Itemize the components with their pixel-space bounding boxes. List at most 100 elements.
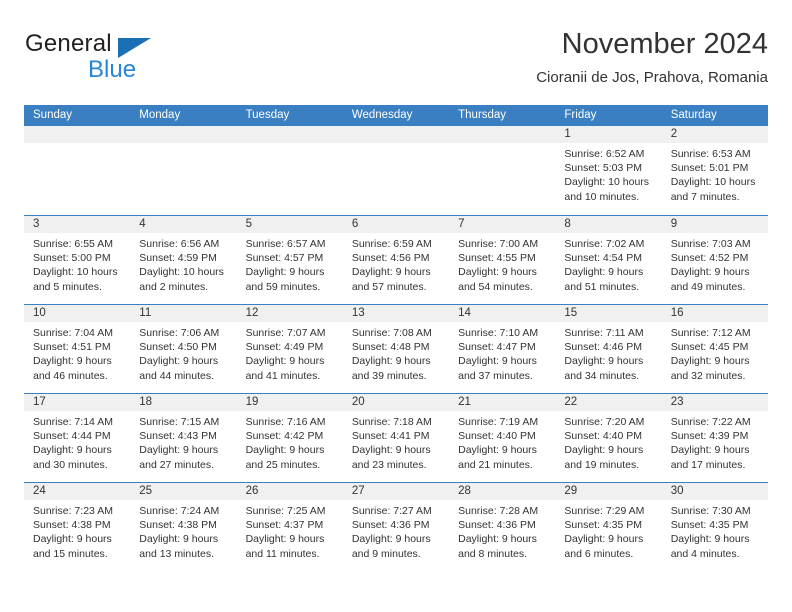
calendar-day-cell[interactable]: 11 Sunrise: 7:06 AM Sunset: 4:50 PM Dayligh… [130, 305, 237, 393]
day-sunset-text: Sunset: 4:54 PM [564, 252, 643, 265]
day-sun-info: Sunrise: 7:02 AM Sunset: 4:54 PM Daylight:… [555, 233, 661, 294]
calendar-day-cell[interactable]: 16 Sunrise: 7:12 AM Sunset: 4:45 PM Dayligh… [661, 305, 768, 393]
day-sunset-text: Sunset: 4:36 PM [458, 519, 536, 532]
calendar-day-cell[interactable]: 1 Sunrise: 6:52 AM Sunset: 5:03 PM Daylight… [555, 126, 662, 215]
calendar-day-cell[interactable]: 10 Sunrise: 7:04 AM Sunset: 4:51 PM Dayligh… [24, 305, 131, 393]
day-daylight-line1-text: Daylight: 10 hours [139, 266, 224, 279]
day-number: 9 [661, 216, 768, 233]
calendar-day-cell[interactable]: 28 Sunrise: 7:28 AM Sunset: 4:36 PM Dayligh… [449, 483, 556, 571]
day-daylight-line1-text: Daylight: 10 hours [564, 176, 650, 189]
day-sun-info: Sunrise: 7:27 AM Sunset: 4:36 PM Daylight:… [343, 500, 449, 561]
day-sun-info: Sunrise: 6:56 AM Sunset: 4:59 PM Daylight:… [130, 233, 236, 294]
day-sun-info: Sunrise: 6:52 AM Sunset: 5:03 PM Daylight:… [555, 143, 661, 204]
day-daylight-line2-text: and 27 minutes. [139, 458, 214, 471]
calendar-day-cell[interactable]: 23 Sunrise: 7:22 AM Sunset: 4:39 PM Dayligh… [661, 394, 768, 482]
day-sunrise-text: Sunrise: 6:52 AM [564, 148, 645, 160]
calendar-day-cell[interactable]: 27 Sunrise: 7:27 AM Sunset: 4:36 PM Dayligh… [342, 483, 450, 571]
day-number: 3 [24, 216, 131, 233]
weekday-header-thursday: Thursday [458, 109, 507, 121]
calendar-day-cell[interactable]: 4 Sunrise: 6:56 AM Sunset: 4:59 PM Daylight… [130, 216, 237, 304]
day-number: 15 [555, 305, 662, 322]
day-daylight-line2-text: and 11 minutes. [245, 547, 320, 560]
calendar-day-cell[interactable]: 3 Sunrise: 6:55 AM Sunset: 5:00 PM Daylight… [24, 216, 131, 304]
day-number: 7 [449, 216, 556, 233]
calendar-table: Sunday Monday Tuesday Wednesday Thursday Frid… [24, 105, 768, 571]
calendar-day-cell[interactable]: 8 Sunrise: 7:02 AM Sunset: 4:54 PM Daylight… [555, 216, 662, 304]
day-sunset-text: Sunset: 5:03 PM [564, 162, 643, 175]
day-sun-info: Sunrise: 7:22 AM Sunset: 4:39 PM Daylight:… [662, 411, 768, 472]
calendar-day-cell[interactable]: 5 Sunrise: 6:57 AM Sunset: 4:57 PM Daylight… [236, 216, 343, 304]
calendar-day-cell[interactable]: 15 Sunrise: 7:11 AM Sunset: 4:46 PM Dayligh… [555, 305, 662, 393]
day-sunrise-text: Sunrise: 7:07 AM [245, 327, 326, 339]
day-daylight-line1-text: Daylight: 9 hours [351, 533, 431, 546]
calendar-day-cell[interactable]: 13 Sunrise: 7:08 AM Sunset: 4:48 PM Dayligh… [342, 305, 450, 393]
calendar-day-cell[interactable]: 18 Sunrise: 7:15 AM Sunset: 4:43 PM Dayligh… [130, 394, 237, 482]
general-blue-logo[interactable]: General Blue [24, 30, 224, 88]
calendar-day-cell[interactable]: 25 Sunrise: 7:24 AM Sunset: 4:38 PM Dayligh… [130, 483, 237, 571]
calendar-day-cell[interactable]: 30 Sunrise: 7:30 AM Sunset: 4:35 PM Dayligh… [661, 483, 768, 571]
day-sun-info: Sunrise: 7:04 AM Sunset: 4:51 PM Daylight:… [24, 322, 130, 383]
day-sunset-text: Sunset: 4:36 PM [351, 519, 430, 532]
calendar-day-cell[interactable]: 24 Sunrise: 7:23 AM Sunset: 4:38 PM Dayligh… [24, 483, 131, 571]
day-number: 10 [24, 305, 131, 322]
calendar-page: General Blue November 2024 Cioranii de J… [0, 0, 792, 612]
day-sunrise-text: Sunrise: 7:29 AM [564, 505, 645, 517]
day-number: 2 [661, 126, 768, 143]
day-sun-info: Sunrise: 7:14 AM Sunset: 4:44 PM Daylight:… [24, 411, 130, 472]
calendar-day-cell[interactable]: 29 Sunrise: 7:29 AM Sunset: 4:35 PM Dayligh… [555, 483, 662, 571]
weekday-header-wednesday: Wednesday [351, 109, 413, 121]
calendar-day-cell[interactable]: 2 Sunrise: 6:53 AM Sunset: 5:01 PM Daylight… [661, 126, 768, 215]
day-daylight-line2-text: and 57 minutes. [351, 280, 427, 293]
calendar-day-cell[interactable]: 7 Sunrise: 7:00 AM Sunset: 4:55 PM Daylight… [449, 216, 556, 304]
day-daylight-line2-text: and 21 minutes. [458, 458, 533, 471]
day-sunset-text: Sunset: 4:48 PM [351, 341, 430, 354]
weekday-header-monday: Monday [139, 109, 181, 121]
calendar-day-cell[interactable]: 12 Sunrise: 7:07 AM Sunset: 4:49 PM Dayligh… [236, 305, 343, 393]
day-sunset-text: Sunset: 4:51 PM [33, 341, 111, 354]
day-daylight-line2-text: and 59 minutes. [245, 280, 321, 293]
day-sunset-text: Sunset: 4:49 PM [245, 341, 324, 354]
day-sunset-text: Sunset: 4:39 PM [670, 430, 749, 443]
calendar-week-row: 3 Sunrise: 6:55 AM Sunset: 5:00 PM Daylight… [24, 215, 768, 304]
day-daylight-line1-text: Daylight: 9 hours [564, 266, 644, 279]
weekday-header-friday: Friday [564, 109, 597, 121]
day-sunrise-text: Sunrise: 7:24 AM [139, 505, 220, 517]
day-daylight-line2-text: and 10 minutes. [564, 190, 640, 203]
calendar-day-cell[interactable]: 19 Sunrise: 7:16 AM Sunset: 4:42 PM Dayligh… [236, 394, 343, 482]
day-sun-info: Sunrise: 7:00 AM Sunset: 4:55 PM Daylight:… [449, 233, 555, 294]
day-sunset-text: Sunset: 4:59 PM [139, 252, 217, 265]
day-sunrise-text: Sunrise: 6:57 AM [245, 238, 326, 250]
day-sunrise-text: Sunrise: 7:14 AM [33, 416, 113, 428]
calendar-day-cell[interactable]: 14 Sunrise: 7:10 AM Sunset: 4:47 PM Dayligh… [449, 305, 556, 393]
day-daylight-line1-text: Daylight: 9 hours [351, 266, 431, 279]
calendar-day-cell[interactable]: 26 Sunrise: 7:25 AM Sunset: 4:37 PM Dayligh… [236, 483, 343, 571]
day-sun-info: Sunrise: 7:03 AM Sunset: 4:52 PM Daylight:… [662, 233, 768, 294]
calendar-day-cell[interactable]: 17 Sunrise: 7:14 AM Sunset: 4:44 PM Dayligh… [24, 394, 131, 482]
day-number: 8 [555, 216, 662, 233]
calendar-day-cell[interactable]: 6 Sunrise: 6:59 AM Sunset: 4:56 PM Daylight… [342, 216, 450, 304]
day-number: 1 [555, 126, 662, 143]
location-subtitle: Cioranii de Jos, Prahova, Romania [536, 69, 768, 86]
day-daylight-line1-text: Daylight: 9 hours [33, 355, 112, 368]
calendar-day-cell-empty [24, 126, 131, 215]
day-daylight-line1-text: Daylight: 9 hours [33, 533, 112, 546]
day-daylight-line2-text: and 17 minutes. [670, 458, 746, 471]
day-daylight-line2-text: and 49 minutes. [670, 280, 746, 293]
calendar-day-cell[interactable]: 21 Sunrise: 7:19 AM Sunset: 4:40 PM Dayligh… [449, 394, 556, 482]
day-daylight-line2-text: and 25 minutes. [245, 458, 321, 471]
calendar-week-row: 17 Sunrise: 7:14 AM Sunset: 4:44 PM Dayligh… [24, 393, 768, 482]
day-daylight-line1-text: Daylight: 9 hours [351, 444, 431, 457]
calendar-day-cell[interactable]: 20 Sunrise: 7:18 AM Sunset: 4:41 PM Dayligh… [342, 394, 450, 482]
calendar-day-cell[interactable]: 22 Sunrise: 7:20 AM Sunset: 4:40 PM Dayligh… [555, 394, 662, 482]
day-sun-info: Sunrise: 7:08 AM Sunset: 4:48 PM Daylight:… [343, 322, 449, 383]
weekday-header-sunday: Sunday [33, 109, 73, 121]
day-sunrise-text: Sunrise: 7:27 AM [351, 505, 432, 517]
day-sunrise-text: Sunrise: 7:08 AM [351, 327, 432, 339]
day-daylight-line2-text: and 13 minutes. [139, 547, 214, 560]
day-sunrise-text: Sunrise: 7:04 AM [33, 327, 113, 339]
day-daylight-line2-text: and 32 minutes. [670, 369, 746, 382]
day-number: 30 [661, 483, 768, 500]
day-number: 25 [130, 483, 237, 500]
day-daylight-line2-text: and 23 minutes. [351, 458, 427, 471]
calendar-day-cell[interactable]: 9 Sunrise: 7:03 AM Sunset: 4:52 PM Daylight… [661, 216, 768, 304]
